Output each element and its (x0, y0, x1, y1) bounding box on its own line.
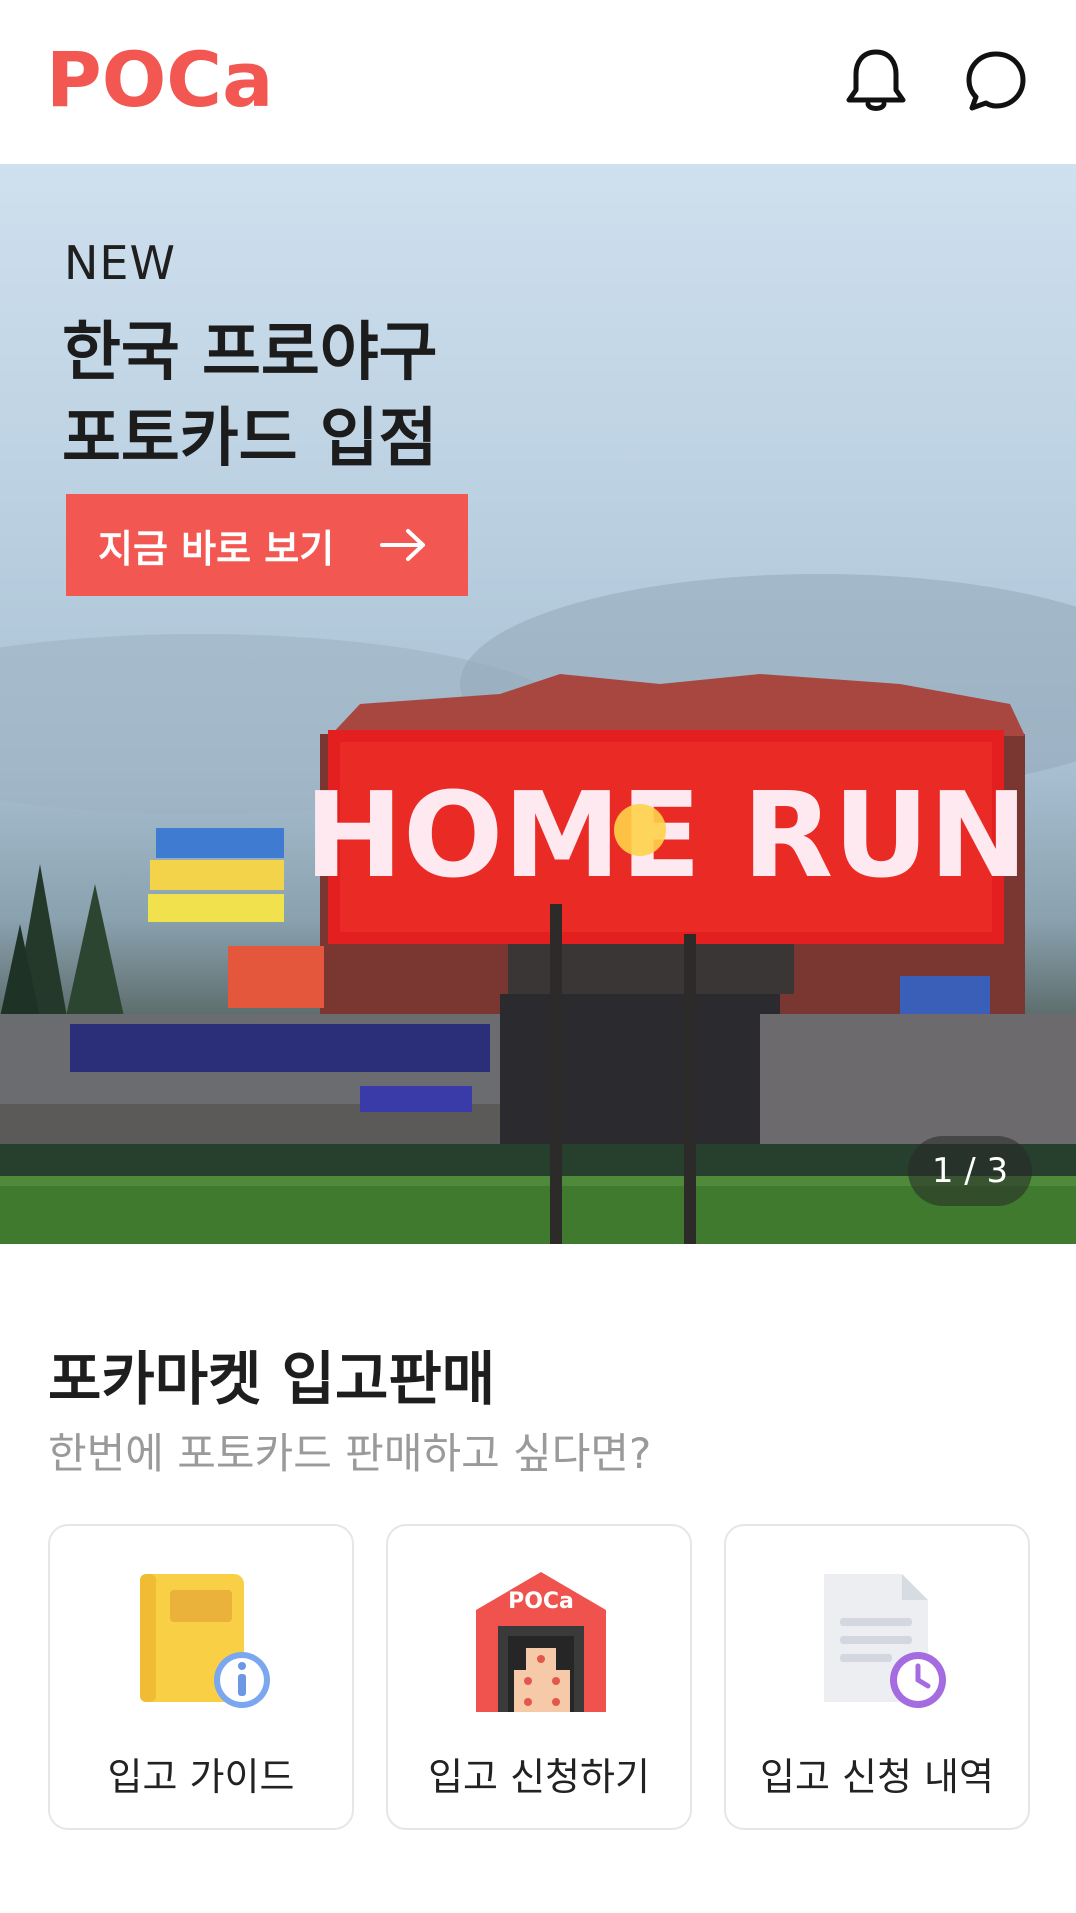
section-subtitle: 한번에 포토카드 판매하고 싶다면? (48, 1429, 652, 1478)
banner-title-line-2: 포토카드 입점 (62, 402, 438, 476)
intake-request-label: 입고 신청하기 (428, 1755, 650, 1799)
intake-history-label: 입고 신청 내역 (760, 1755, 994, 1799)
banner-title-line-1: 한국 프로야구 (62, 316, 438, 390)
bell-icon[interactable] (844, 46, 908, 114)
new-badge: NEW (64, 236, 176, 290)
document-history-icon (824, 1574, 946, 1708)
intake-guide-label: 입고 가이드 (107, 1755, 295, 1799)
arrow-right-icon (380, 529, 425, 561)
section-title: 포카마켓 입고판매 (48, 1345, 496, 1413)
top-header: POCa (0, 0, 1076, 164)
intake-guide-card[interactable]: 입고 가이드 (48, 1524, 354, 1830)
view-now-button[interactable]: 지금 바로 보기 (66, 494, 468, 596)
chat-bubble-icon[interactable] (964, 46, 1028, 114)
guide-book-icon (140, 1574, 270, 1708)
promo-banner[interactable]: HOME RUN NEW 한국 프로야구 포토카드 입점 지금 바로 보기 1 … (0, 164, 1076, 1244)
banner-page-indicator: 1 / 3 (908, 1136, 1032, 1206)
warehouse-icon: POCa (476, 1572, 606, 1712)
view-now-label: 지금 바로 보기 (98, 526, 335, 571)
logo-text: POCa (46, 44, 273, 116)
intake-history-card[interactable]: 입고 신청 내역 (724, 1524, 1030, 1830)
poca-logo[interactable]: POCa (46, 44, 282, 116)
app-screen: POCa HOME RUN NEW 한국 프로야구 포토카드 입점 지금 바로 … (0, 0, 1076, 1913)
intake-request-card[interactable]: POCa 입고 신청하기 (386, 1524, 692, 1830)
banner-title: 한국 프로야구 포토카드 입점 (62, 310, 438, 482)
scoreboard-text: HOME RUN (304, 766, 1028, 904)
warehouse-logo-text: POCa (508, 1589, 574, 1614)
